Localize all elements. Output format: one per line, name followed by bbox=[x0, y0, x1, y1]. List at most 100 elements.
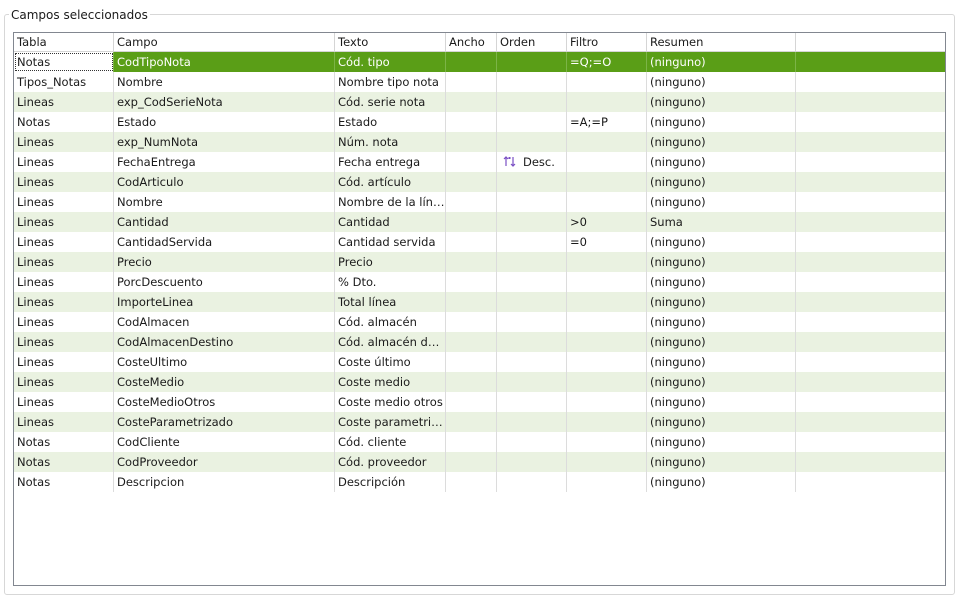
column-header-filtro[interactable]: Filtro bbox=[567, 33, 647, 52]
cell-orden[interactable] bbox=[497, 392, 567, 412]
table-row[interactable]: Lineas ImporteLinea Total línea (ninguno) bbox=[14, 292, 945, 312]
cell-resumen[interactable]: (ninguno) bbox=[647, 52, 796, 72]
cell-tabla[interactable]: Lineas bbox=[14, 252, 114, 272]
cell-orden[interactable] bbox=[497, 52, 567, 72]
cell-campo[interactable]: Nombre bbox=[114, 72, 335, 92]
cell-orden[interactable] bbox=[497, 212, 567, 232]
cell-ancho[interactable] bbox=[446, 232, 497, 252]
cell-ancho[interactable] bbox=[446, 212, 497, 232]
cell-texto[interactable]: Total línea bbox=[335, 292, 446, 312]
cell-tabla[interactable]: Lineas bbox=[14, 152, 114, 172]
cell-tabla[interactable]: Lineas bbox=[14, 372, 114, 392]
table-row[interactable]: Lineas exp_CodSerieNota Cód. serie nota (ni… bbox=[14, 92, 945, 112]
cell-orden[interactable] bbox=[497, 312, 567, 332]
column-header-tabla[interactable]: Tabla bbox=[14, 33, 114, 52]
table-row[interactable]: Lineas exp_NumNota Núm. nota (ninguno) bbox=[14, 132, 945, 152]
cell-tabla[interactable]: Lineas bbox=[14, 392, 114, 412]
cell-tabla[interactable]: Lineas bbox=[14, 312, 114, 332]
cell-ancho[interactable] bbox=[446, 172, 497, 192]
cell-campo[interactable]: CodProveedor bbox=[114, 452, 335, 472]
table-row[interactable]: Lineas CosteMedioOtros Coste medio otros (n… bbox=[14, 392, 945, 412]
cell-resumen[interactable]: (ninguno) bbox=[647, 452, 796, 472]
cell-texto[interactable]: Coste medio otros bbox=[335, 392, 446, 412]
cell-orden[interactable] bbox=[497, 412, 567, 432]
cell-tabla[interactable]: Lineas bbox=[14, 172, 114, 192]
cell-campo[interactable]: CosteMedioOtros bbox=[114, 392, 335, 412]
cell-resumen[interactable]: (ninguno) bbox=[647, 292, 796, 312]
cell-filtro[interactable] bbox=[567, 332, 647, 352]
cell-orden[interactable] bbox=[497, 272, 567, 292]
cell-resumen[interactable]: (ninguno) bbox=[647, 432, 796, 452]
cell-filtro[interactable] bbox=[567, 372, 647, 392]
cell-texto[interactable]: Cantidad servida bbox=[335, 232, 446, 252]
cell-ancho[interactable] bbox=[446, 452, 497, 472]
cell-tabla[interactable]: Lineas bbox=[14, 232, 114, 252]
cell-texto[interactable]: Cód. proveedor bbox=[335, 452, 446, 472]
cell-filtro[interactable] bbox=[567, 312, 647, 332]
cell-texto[interactable]: Núm. nota bbox=[335, 132, 446, 152]
cell-ancho[interactable] bbox=[446, 252, 497, 272]
cell-campo[interactable]: CosteParametrizado bbox=[114, 412, 335, 432]
cell-filtro[interactable]: =A;=P bbox=[567, 112, 647, 132]
cell-campo[interactable]: Cantidad bbox=[114, 212, 335, 232]
cell-orden[interactable] bbox=[497, 232, 567, 252]
cell-tabla[interactable]: Notas bbox=[14, 52, 114, 72]
cell-resumen[interactable]: (ninguno) bbox=[647, 252, 796, 272]
cell-orden[interactable] bbox=[497, 252, 567, 272]
cell-campo[interactable]: Descripcion bbox=[114, 472, 335, 492]
cell-resumen[interactable]: (ninguno) bbox=[647, 192, 796, 212]
cell-texto[interactable]: Cód. serie nota bbox=[335, 92, 446, 112]
cell-ancho[interactable] bbox=[446, 132, 497, 152]
cell-campo[interactable]: exp_NumNota bbox=[114, 132, 335, 152]
cell-ancho[interactable] bbox=[446, 352, 497, 372]
cell-orden[interactable] bbox=[497, 192, 567, 212]
cell-orden[interactable] bbox=[497, 332, 567, 352]
cell-resumen[interactable]: (ninguno) bbox=[647, 132, 796, 152]
cell-orden[interactable] bbox=[497, 372, 567, 392]
cell-texto[interactable]: Nombre tipo nota bbox=[335, 72, 446, 92]
cell-campo[interactable]: CodArticulo bbox=[114, 172, 335, 192]
cell-texto[interactable]: Fecha entrega bbox=[335, 152, 446, 172]
cell-ancho[interactable] bbox=[446, 392, 497, 412]
cell-ancho[interactable] bbox=[446, 272, 497, 292]
cell-filtro[interactable] bbox=[567, 452, 647, 472]
column-header-orden[interactable]: Orden bbox=[497, 33, 567, 52]
cell-resumen[interactable]: (ninguno) bbox=[647, 152, 796, 172]
cell-filtro[interactable] bbox=[567, 92, 647, 112]
cell-campo[interactable]: CodCliente bbox=[114, 432, 335, 452]
cell-campo[interactable]: CodTipoNota bbox=[114, 52, 335, 72]
cell-ancho[interactable] bbox=[446, 92, 497, 112]
column-header-resumen[interactable]: Resumen bbox=[647, 33, 796, 52]
cell-resumen[interactable]: (ninguno) bbox=[647, 312, 796, 332]
cell-campo[interactable]: exp_CodSerieNota bbox=[114, 92, 335, 112]
cell-orden[interactable] bbox=[497, 472, 567, 492]
cell-ancho[interactable] bbox=[446, 192, 497, 212]
cell-texto[interactable]: Estado bbox=[335, 112, 446, 132]
table-row[interactable]: Lineas Precio Precio (ninguno) bbox=[14, 252, 945, 272]
cell-tabla[interactable]: Notas bbox=[14, 472, 114, 492]
cell-ancho[interactable] bbox=[446, 152, 497, 172]
cell-resumen[interactable]: (ninguno) bbox=[647, 412, 796, 432]
cell-campo[interactable]: PorcDescuento bbox=[114, 272, 335, 292]
cell-filtro[interactable] bbox=[567, 132, 647, 152]
cell-ancho[interactable] bbox=[446, 112, 497, 132]
table-row[interactable]: Notas CodTipoNota Cód. tipo =Q;=O (ninguno) bbox=[14, 52, 945, 72]
cell-orden[interactable] bbox=[497, 72, 567, 92]
table-row[interactable]: Notas Descripcion Descripción (ninguno) bbox=[14, 472, 945, 492]
table-row[interactable]: Notas Estado Estado =A;=P (ninguno) bbox=[14, 112, 945, 132]
table-row[interactable]: Lineas PorcDescuento% Dto. (ninguno) bbox=[14, 272, 945, 292]
cell-orden[interactable] bbox=[497, 352, 567, 372]
cell-resumen[interactable]: (ninguno) bbox=[647, 112, 796, 132]
cell-filtro[interactable] bbox=[567, 472, 647, 492]
cell-filtro[interactable] bbox=[567, 72, 647, 92]
cell-filtro[interactable] bbox=[567, 192, 647, 212]
cell-texto[interactable]: Precio bbox=[335, 252, 446, 272]
cell-ancho[interactable] bbox=[446, 312, 497, 332]
cell-texto[interactable]: Cód. almacén bbox=[335, 312, 446, 332]
table-row[interactable]: Lineas CosteParametrizado Coste parametriz… bbox=[14, 412, 945, 432]
cell-tabla[interactable]: Tipos_Notas bbox=[14, 72, 114, 92]
cell-orden[interactable] bbox=[497, 92, 567, 112]
cell-filtro[interactable]: =0 bbox=[567, 232, 647, 252]
cell-filtro[interactable] bbox=[567, 252, 647, 272]
cell-resumen[interactable]: (ninguno) bbox=[647, 272, 796, 292]
